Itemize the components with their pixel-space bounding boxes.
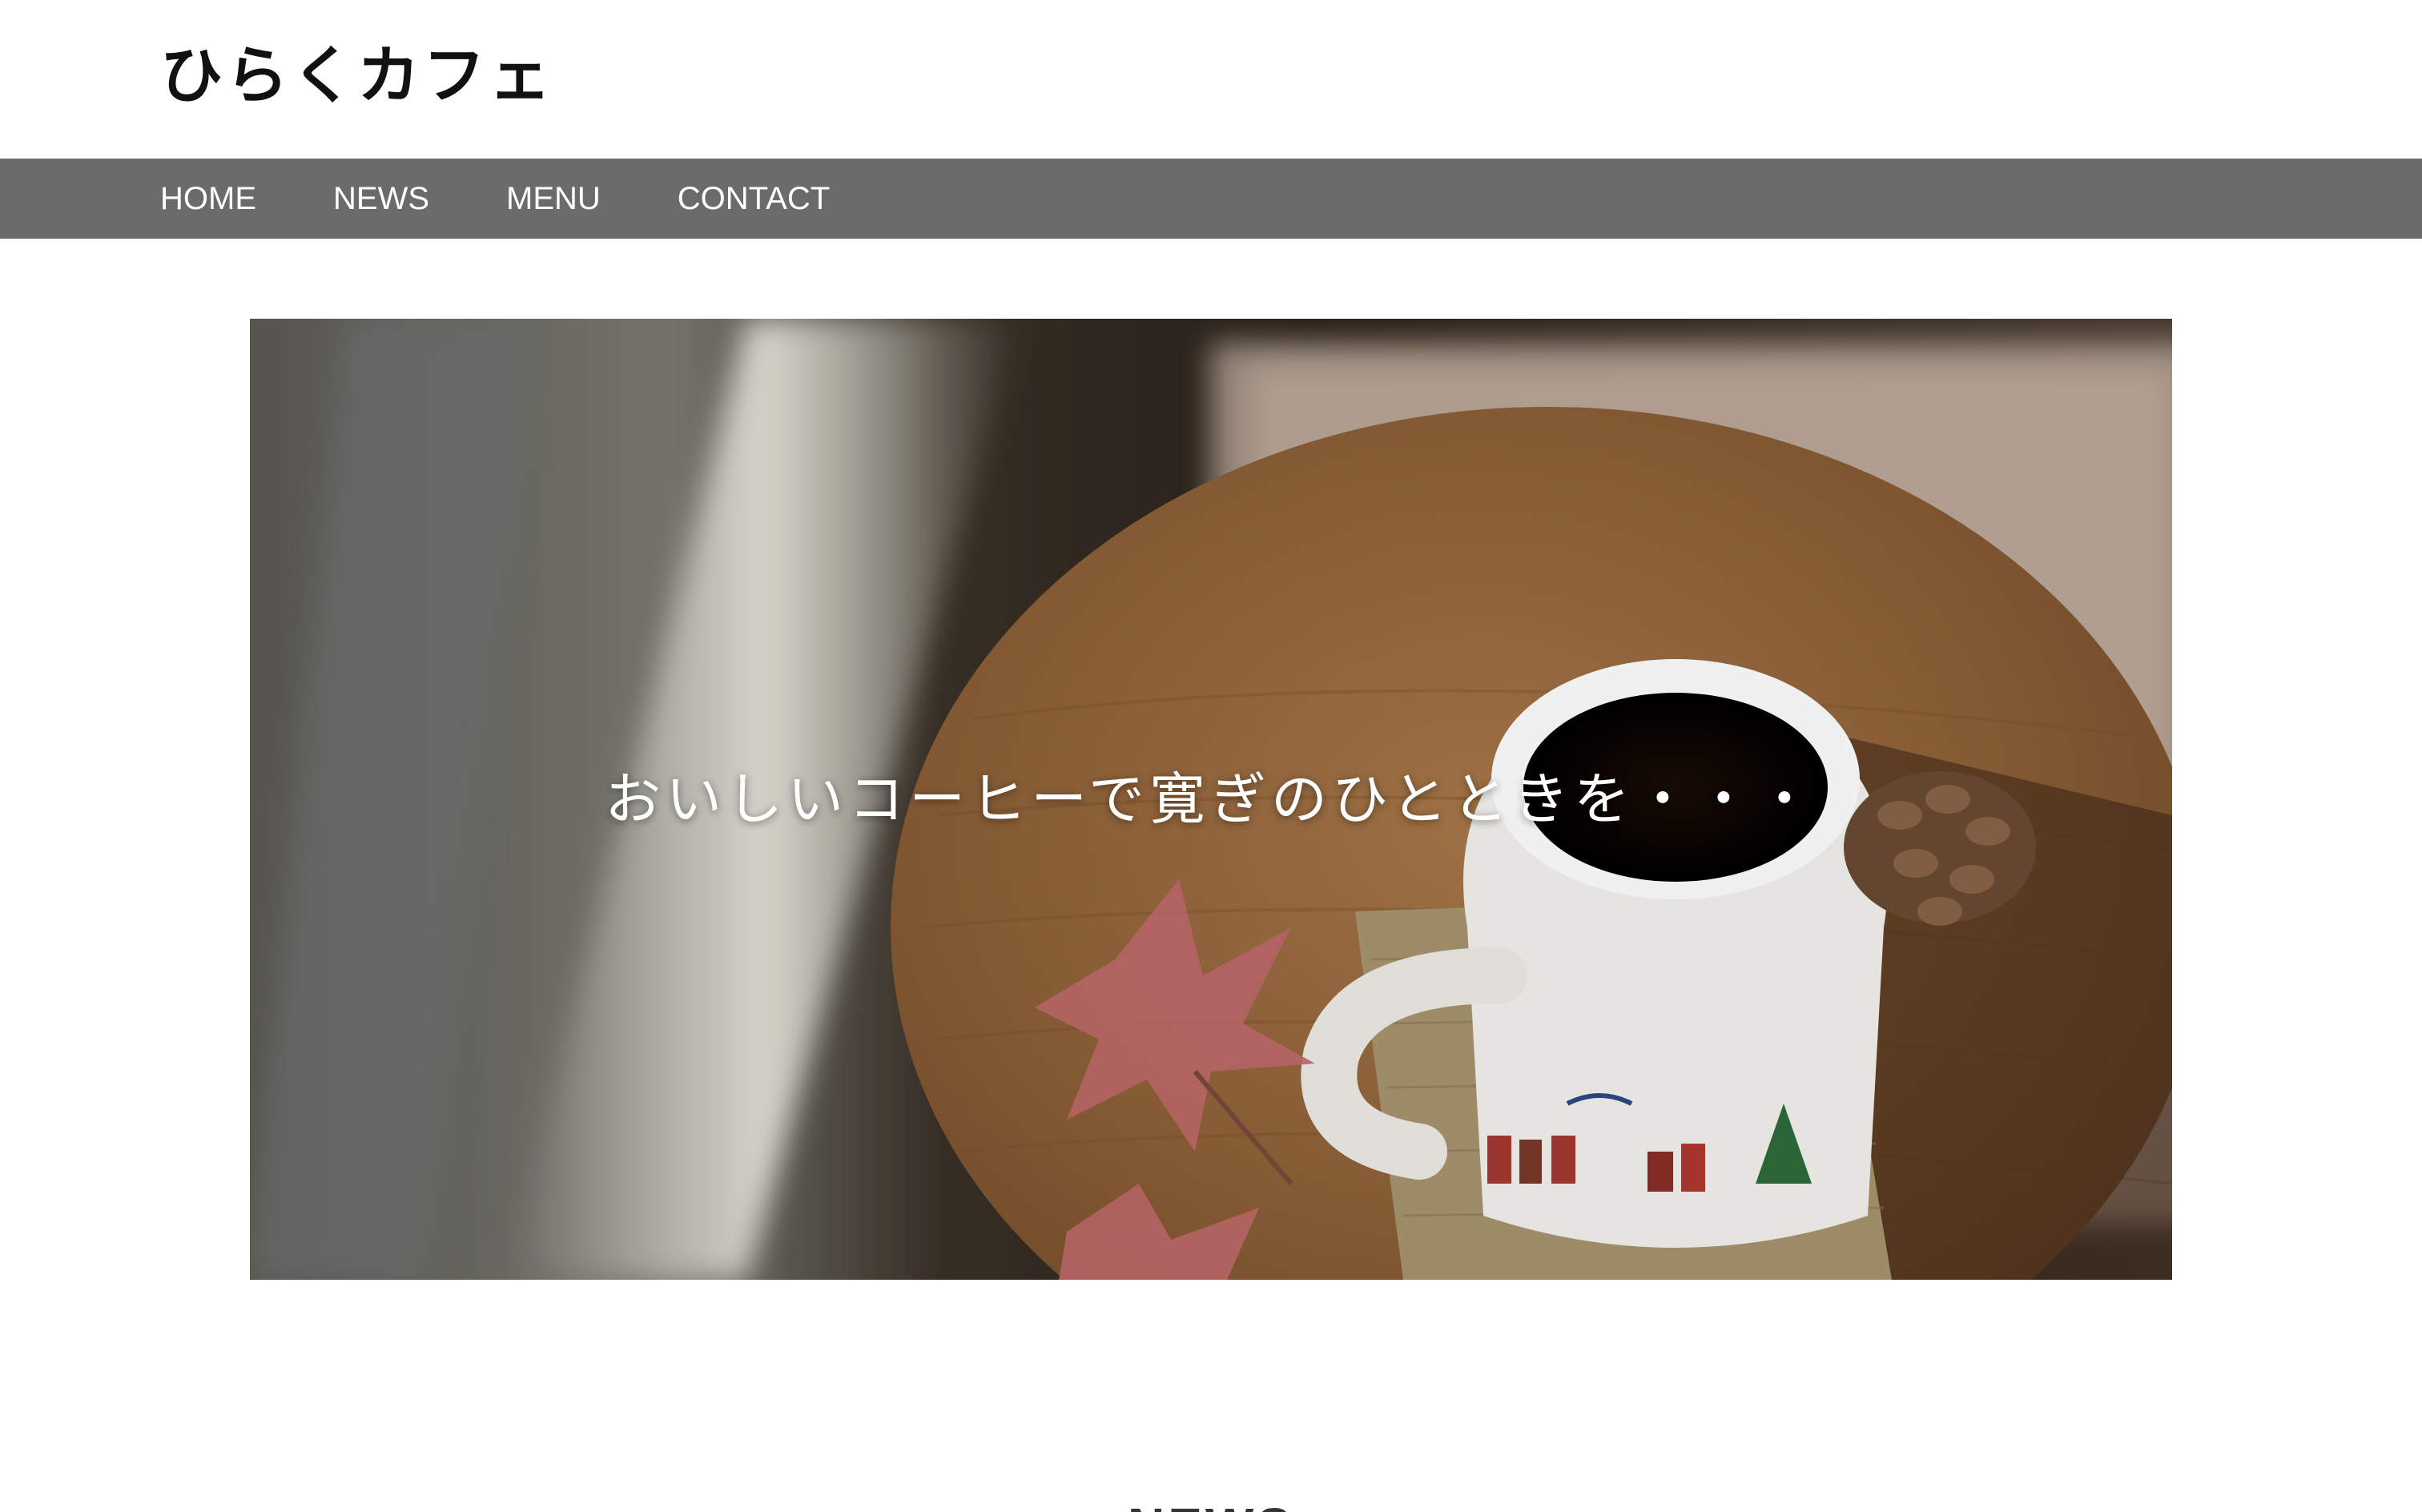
nav-item-home[interactable]: HOME (160, 159, 256, 239)
nav-item-contact[interactable]: CONTACT (678, 159, 830, 239)
news-section-heading: NEWS (0, 1494, 2422, 1512)
hero-banner: おいしいコーヒーで寛ぎのひとときを・・・ (250, 319, 2172, 1280)
nav-item-menu[interactable]: MENU (506, 159, 601, 239)
site-title[interactable]: ひらくカフェ (160, 32, 554, 120)
main-nav-bar: HOME NEWS MENU CONTACT (0, 159, 2422, 239)
nav-list: HOME NEWS MENU CONTACT (160, 159, 907, 239)
nav-item-news[interactable]: NEWS (333, 159, 429, 239)
site-header: ひらくカフェ (0, 0, 2422, 159)
hero-caption: おいしいコーヒーで寛ぎのひとときを・・・ (605, 766, 1817, 832)
